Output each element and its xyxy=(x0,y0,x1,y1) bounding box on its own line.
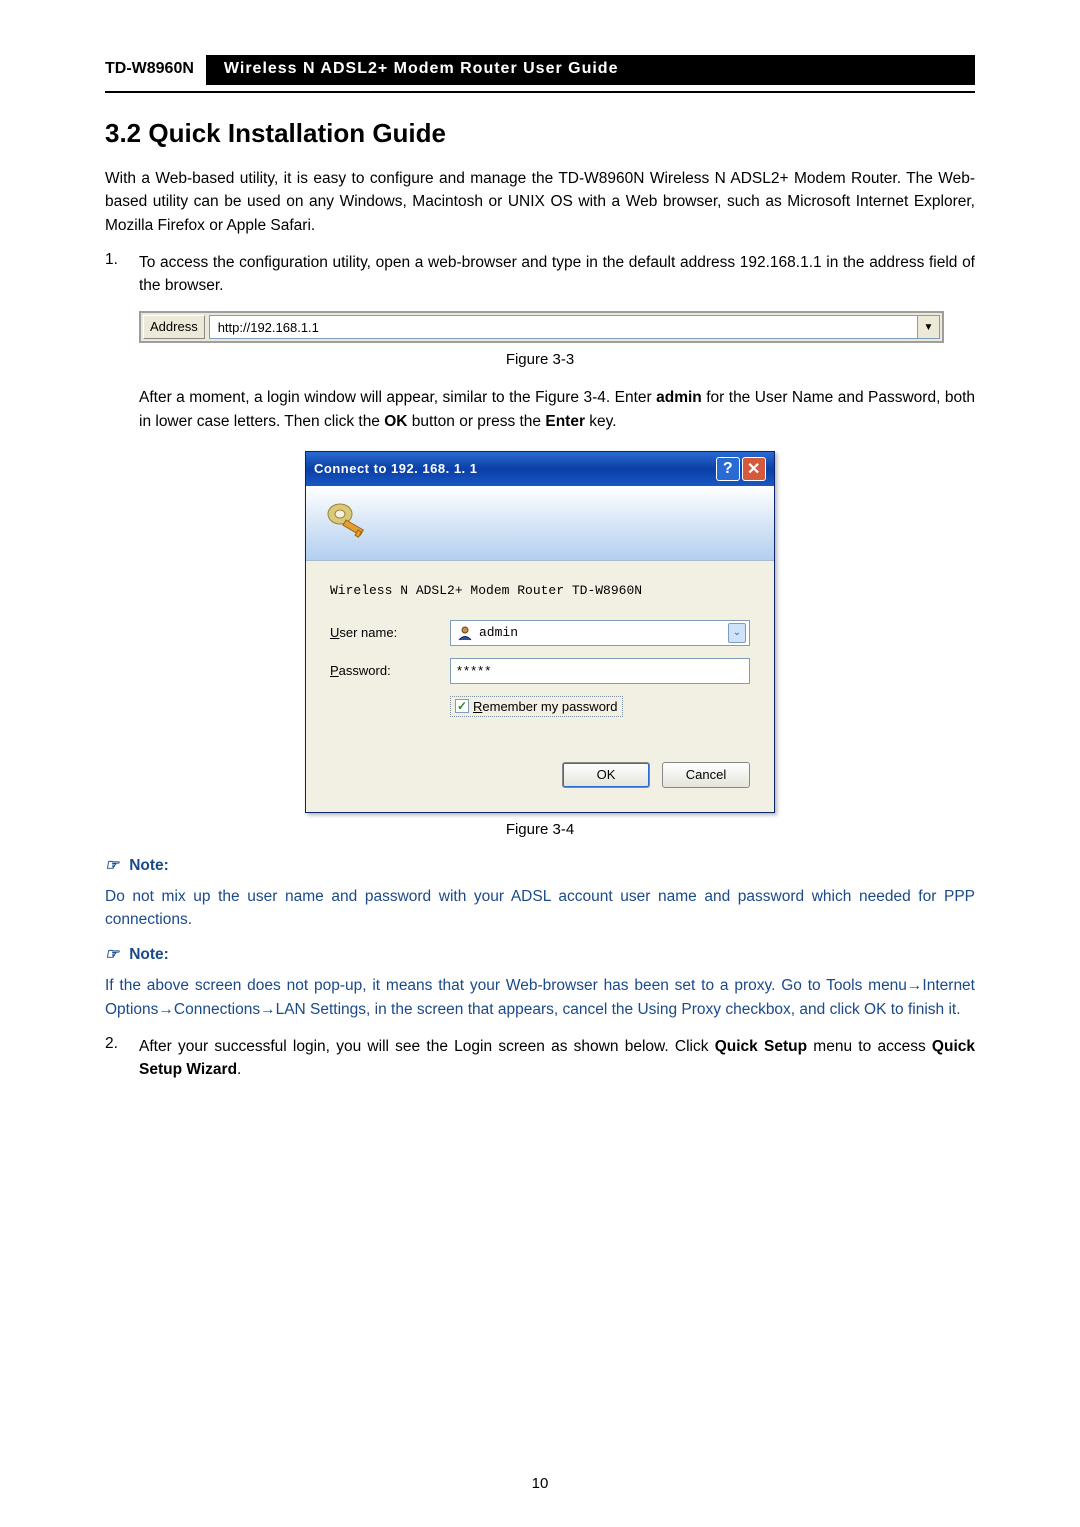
t: After your successful login, you will se… xyxy=(139,1038,715,1055)
t: key. xyxy=(585,413,617,430)
admin-bold: admin xyxy=(656,389,702,406)
model-badge: TD-W8960N xyxy=(105,55,206,85)
intro-paragraph: With a Web-based utility, it is easy to … xyxy=(105,167,975,237)
steps-list-2: 2. After your successful login, you will… xyxy=(105,1035,975,1082)
browser-address-bar: Address http://192.168.1.1 ▼ xyxy=(139,311,944,343)
address-url: http://192.168.1.1 xyxy=(218,320,319,335)
t: emember my password xyxy=(482,699,617,714)
keys-icon xyxy=(324,496,372,544)
address-input[interactable]: http://192.168.1.1 xyxy=(209,315,918,339)
note-2-heading: ☞ Note: xyxy=(105,945,975,964)
remember-label: Remember my password xyxy=(473,699,618,714)
t: menu to access xyxy=(807,1038,932,1055)
dialog-title-text: Connect to 192. 168. 1. 1 xyxy=(314,461,714,476)
step-2-number: 2. xyxy=(105,1035,139,1082)
note-1-heading: ☞ Note: xyxy=(105,856,975,875)
note-1-body: Do not mix up the user name and password… xyxy=(105,885,975,932)
password-label: Password: xyxy=(330,663,450,678)
t: assword: xyxy=(339,663,391,678)
section-number: 3.2 xyxy=(105,118,141,148)
cancel-button[interactable]: Cancel xyxy=(662,762,750,788)
figure-login-dialog: Connect to 192. 168. 1. 1 ? ✕ Wireless N… xyxy=(105,451,975,813)
step-1-text: To access the configuration utility, ope… xyxy=(139,251,975,298)
doc-header: TD-W8960N Wireless N ADSL2+ Modem Router… xyxy=(105,55,975,85)
dialog-banner xyxy=(306,486,774,561)
page-number: 10 xyxy=(0,1475,1080,1492)
steps-list: 1. To access the configuration utility, … xyxy=(105,251,975,298)
doc-title: Wireless N ADSL2+ Modem Router User Guid… xyxy=(206,55,975,85)
section-title-text: Quick Installation Guide xyxy=(148,118,446,148)
pointing-hand-icon: ☞ xyxy=(105,946,119,963)
checkbox-icon[interactable]: ✓ xyxy=(455,699,469,713)
ok-bold: OK xyxy=(384,413,407,430)
figure-address-bar: Address http://192.168.1.1 ▼ xyxy=(139,311,975,343)
username-value: admin xyxy=(479,625,728,640)
u: P xyxy=(330,663,339,678)
dialog-button-row: OK Cancel xyxy=(330,762,750,794)
username-input[interactable]: admin ⌄ xyxy=(450,620,750,646)
enter-bold: Enter xyxy=(545,413,585,430)
username-label: User name: xyxy=(330,625,450,640)
step-2-text: After your successful login, you will se… xyxy=(139,1035,975,1082)
user-icon xyxy=(457,625,473,641)
note-label: Note: xyxy=(129,946,169,963)
password-value: ***** xyxy=(457,663,492,678)
header-divider xyxy=(105,91,975,93)
dialog-titlebar: Connect to 192. 168. 1. 1 ? ✕ xyxy=(306,452,774,486)
t: button or press the xyxy=(408,413,546,430)
figure-3-3-caption: Figure 3-3 xyxy=(105,351,975,368)
u: U xyxy=(330,625,339,640)
note-2-body: If the above screen does not pop-up, it … xyxy=(105,974,975,1021)
t: After a moment, a login window will appe… xyxy=(139,389,656,406)
help-icon[interactable]: ? xyxy=(716,457,740,481)
address-label: Address xyxy=(143,315,205,339)
note-label: Note: xyxy=(129,857,169,874)
password-input[interactable]: ***** xyxy=(450,658,750,684)
dialog-body: Wireless N ADSL2+ Modem Router TD-W8960N… xyxy=(306,561,774,812)
address-dropdown-icon[interactable]: ▼ xyxy=(918,315,940,339)
section-heading: 3.2 Quick Installation Guide xyxy=(105,118,975,149)
login-dialog: Connect to 192. 168. 1. 1 ? ✕ Wireless N… xyxy=(305,451,775,813)
dialog-realm: Wireless N ADSL2+ Modem Router TD-W8960N xyxy=(330,583,750,598)
chevron-down-icon[interactable]: ⌄ xyxy=(728,623,746,643)
t: ser name: xyxy=(339,625,397,640)
step-1-number: 1. xyxy=(105,251,139,298)
password-row: Password: ***** xyxy=(330,658,750,684)
pointing-hand-icon: ☞ xyxy=(105,857,119,874)
t: . xyxy=(237,1061,241,1078)
close-icon[interactable]: ✕ xyxy=(742,457,766,481)
step-1: 1. To access the configuration utility, … xyxy=(105,251,975,298)
u: R xyxy=(473,699,482,714)
figure-3-4-caption: Figure 3-4 xyxy=(105,821,975,838)
remember-password-row[interactable]: ✓ Remember my password xyxy=(450,696,623,717)
ok-button[interactable]: OK xyxy=(562,762,650,788)
username-row: User name: admin ⌄ xyxy=(330,620,750,646)
step-1-followup: After a moment, a login window will appe… xyxy=(139,386,975,433)
step-2: 2. After your successful login, you will… xyxy=(105,1035,975,1082)
quick-setup-bold: Quick Setup xyxy=(715,1038,807,1055)
